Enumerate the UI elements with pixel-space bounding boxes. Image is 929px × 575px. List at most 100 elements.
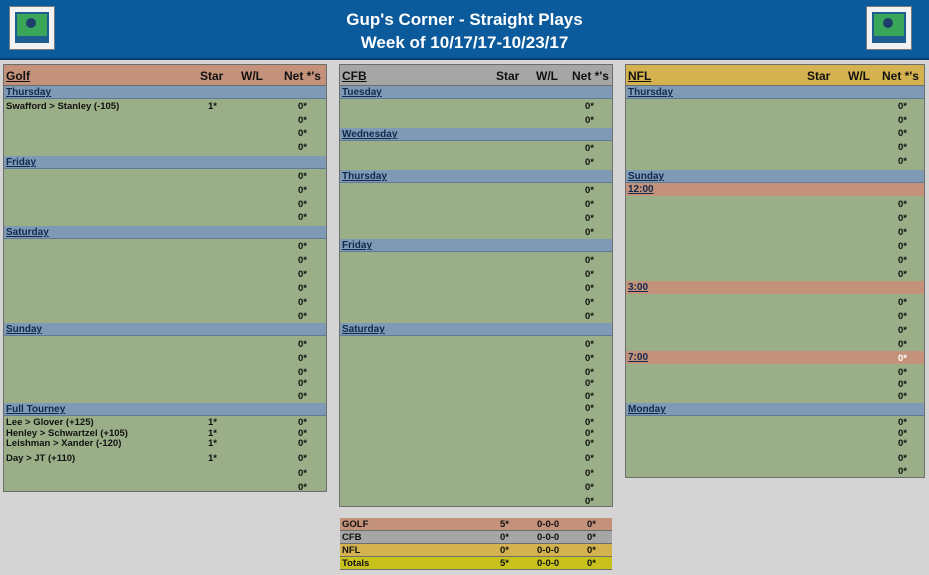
net-cell: 0*	[585, 482, 594, 493]
net-cell: 0*	[898, 255, 907, 266]
summary-row-totals: Totals 5* 0-0-0 0*	[340, 557, 612, 570]
golf-section-saturday: Saturday	[4, 226, 326, 239]
net-cell: 0*	[585, 391, 594, 402]
golf-pick: Lee > Glover (+125)	[6, 417, 94, 428]
summary-label: GOLF	[342, 519, 369, 530]
summary-net: 0*	[587, 532, 596, 543]
net-cell: 0*	[898, 128, 907, 139]
net-cell: 0*	[585, 367, 594, 378]
net-cell: 0*	[585, 227, 594, 238]
net-header: Net *'s	[284, 69, 321, 83]
net-cell: 0*	[585, 101, 594, 112]
net-cell: 0*	[585, 438, 594, 449]
cfb-section-friday: Friday	[340, 239, 612, 252]
net-cell: 0*	[898, 466, 907, 477]
net-cell: 0*	[898, 379, 907, 390]
net-cell: 0*	[298, 199, 307, 210]
cfb-panel: CFB Star W/L Net *'s Tuesday 0* 0* Wedne…	[339, 64, 613, 507]
net-cell: 0*	[585, 378, 594, 389]
nfl-time-slot: 3:00	[626, 281, 924, 294]
net-cell: 0*	[898, 115, 907, 126]
net-cell: 0*	[898, 101, 907, 112]
net-cell: 0*	[298, 171, 307, 182]
net-cell: 0*	[585, 255, 594, 266]
net-cell: 0*	[298, 255, 307, 266]
summary-wl: 0-0-0	[537, 558, 560, 569]
net-cell: 0*	[898, 311, 907, 322]
net-cell: 0*	[585, 199, 594, 210]
net-cell: 0*	[585, 157, 594, 168]
summary-label: CFB	[342, 532, 362, 543]
net-cell: 0*	[585, 297, 594, 308]
cfb-section-wednesday: Wednesday	[340, 128, 612, 141]
net-cell: 0*	[298, 367, 307, 378]
net-header: Net *'s	[572, 69, 609, 83]
net-cell: 0*	[298, 311, 307, 322]
summary-label: NFL	[342, 545, 361, 556]
net-cell: 0*	[298, 185, 307, 196]
summary-wl: 0-0-0	[537, 519, 560, 530]
net-cell: 0*	[585, 115, 594, 126]
net-cell: 0*	[298, 353, 307, 364]
net-cell: 0*	[585, 213, 594, 224]
net-cell: 0*	[898, 199, 907, 210]
cfb-section-thursday: Thursday	[340, 170, 612, 183]
summary-wl: 0-0-0	[537, 532, 560, 543]
net-cell: 0*	[898, 453, 907, 464]
nfl-section-sunday: Sunday	[626, 170, 924, 183]
net-cell: 0*	[585, 403, 594, 414]
nfl-time-slot: 12:00	[626, 183, 924, 196]
net-cell: 0*	[585, 143, 594, 154]
net-cell: 0*	[585, 353, 594, 364]
golf-header: Golf Star W/L Net *'s	[4, 65, 326, 86]
net-cell: 0*	[898, 297, 907, 308]
net-cell: 0*	[898, 339, 907, 350]
star-header: Star	[200, 69, 224, 83]
golf-title: Golf	[6, 69, 30, 83]
net-cell: 0*	[298, 142, 307, 153]
net-cell: 0*	[298, 438, 307, 449]
page-subtitle: Week of 10/17/17-10/23/17	[360, 33, 569, 52]
page-title: Gup's Corner - Straight Plays	[346, 10, 583, 29]
pick-star: 1*	[208, 438, 217, 449]
wl-header: W/L	[848, 69, 870, 83]
summary-row-cfb: CFB 0* 0-0-0 0*	[340, 531, 612, 544]
net-cell: 0*	[298, 391, 307, 402]
golf-section-sunday: Sunday	[4, 323, 326, 336]
logo-icon	[866, 6, 912, 50]
net-cell: 0*	[298, 269, 307, 280]
golf-section-thursday: Thursday	[4, 86, 326, 99]
summary-star: 0*	[500, 532, 509, 543]
summary-wl: 0-0-0	[537, 545, 560, 556]
nfl-section-thursday: Thursday	[626, 86, 924, 99]
summary-star: 5*	[500, 558, 509, 569]
golf-pick: Day > JT (+110)	[6, 453, 76, 464]
net-cell: 0*	[898, 438, 907, 449]
cfb-section-saturday: Saturday	[340, 323, 612, 336]
golf-pick: Swafford > Stanley (-105)	[6, 101, 120, 112]
net-cell: 0*	[298, 339, 307, 350]
nfl-panel: NFL Star W/L Net *'s Thursday 0* 0* 0* 0…	[625, 64, 925, 478]
net-cell: 0*	[898, 227, 907, 238]
net-cell: 0*	[898, 241, 907, 252]
wl-header: W/L	[536, 69, 558, 83]
summary-net: 0*	[587, 545, 596, 556]
summary-net: 0*	[587, 519, 596, 530]
nfl-section-monday: Monday	[626, 403, 924, 416]
golf-section-friday: Friday	[4, 156, 326, 169]
net-cell: 0*	[898, 269, 907, 280]
summary-star: 0*	[500, 545, 509, 556]
nfl-header: NFL Star W/L Net *'s	[626, 65, 924, 86]
star-header: Star	[807, 69, 831, 83]
net-cell: 0*	[298, 241, 307, 252]
net-cell: 0*	[898, 142, 907, 153]
net-cell: 0*	[898, 213, 907, 224]
net-cell: 0*	[585, 339, 594, 350]
pick-star: 1*	[208, 101, 217, 112]
net-cell: 0*	[298, 417, 307, 428]
net-cell: 0*	[298, 482, 307, 493]
cfb-header: CFB Star W/L Net *'s	[340, 65, 612, 86]
title-banner: Gup's Corner - Straight Plays Week of 10…	[0, 0, 929, 60]
golf-section-full-tourney: Full Tourney	[4, 403, 326, 416]
net-cell: 0*	[585, 496, 594, 507]
